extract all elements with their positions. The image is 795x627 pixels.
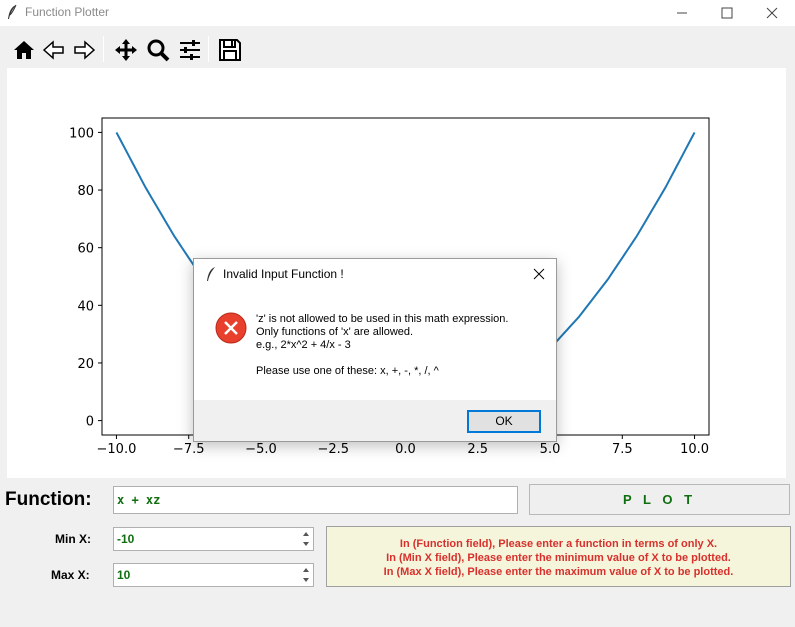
dialog-message-line: Only functions of 'x' are allowed. [256,326,414,338]
zoom-button[interactable] [142,34,172,64]
save-button[interactable] [214,34,244,64]
spinner-arrows [300,529,312,549]
window-title: Function Plotter [25,5,110,19]
plot-button[interactable]: P L O T [529,484,790,515]
spinner-arrows [300,565,312,585]
max-x-label: Max X: [51,568,90,582]
min-x-value[interactable]: -10 [117,532,134,546]
x-tick-label: −2.5 [317,442,349,457]
dialog-title: Invalid Input Function ! [223,267,344,281]
pan-move-icon [115,39,137,61]
x-tick-label: 10.0 [680,442,709,457]
configure-subplots-button[interactable] [174,34,204,64]
x-tick-label: 2.5 [467,442,488,457]
min-x-spinbox[interactable]: -10 [113,527,314,551]
x-tick-label: 0.0 [395,442,416,457]
dialog-close-button[interactable] [528,263,550,285]
help-panel: In (Function field), Please enter a func… [326,526,791,587]
forward-button[interactable] [68,34,98,64]
y-tick-label: 0 [86,415,94,430]
spin-up-icon[interactable] [300,529,312,539]
y-tick-label: 60 [77,242,94,257]
maximize-icon [721,7,733,19]
maximize-button[interactable] [704,0,750,26]
feather-icon [8,4,17,19]
home-icon [14,41,34,59]
back-button[interactable] [38,34,68,64]
dialog-message-line: Please use one of these: x, +, -, *, /, … [256,365,439,377]
x-tick-label: −5.0 [245,442,277,457]
toolbar-separator [208,36,209,62]
error-dialog: Invalid Input Function ! 'z' is not allo… [193,258,557,442]
minimize-button[interactable] [659,0,705,26]
max-x-value[interactable]: 10 [117,568,130,582]
x-tick-label: −10.0 [97,442,137,457]
spin-down-icon[interactable] [300,575,312,585]
back-arrow-icon [42,40,64,60]
dialog-message-line: e.g., 2*x^2 + 4/x - 3 [256,339,351,351]
x-tick-label: −7.5 [173,442,205,457]
y-tick-label: 80 [77,184,94,199]
y-tick-label: 20 [77,357,94,372]
title-bar: Function Plotter [0,0,795,26]
dialog-message-line: 'z' is not allowed to be used in this ma… [256,313,509,325]
x-tick-label: 5.0 [540,442,561,457]
function-input[interactable]: x + xz [113,486,518,514]
dialog-message: 'z' is not allowed to be used in this ma… [256,313,508,378]
feather-icon [207,267,215,281]
x-tick-label: 7.5 [612,442,633,457]
sliders-icon [180,40,200,60]
save-icon [219,39,241,61]
home-button[interactable] [8,34,38,64]
min-x-label: Min X: [55,532,91,546]
zoom-icon [147,39,170,62]
spin-up-icon[interactable] [300,565,312,575]
pan-button[interactable] [110,34,140,64]
forward-arrow-icon [74,40,96,60]
close-window-button[interactable] [749,0,795,26]
y-tick-label: 40 [77,299,94,314]
ok-button[interactable]: OK [467,410,541,433]
help-line: In (Max X field), Please enter the maxim… [383,566,734,578]
dialog-footer: OK [194,400,556,441]
toolbar-separator [103,36,104,62]
close-icon [766,7,778,19]
function-label: Function: [5,489,92,510]
help-line: In (Min X field), Please enter the minim… [386,552,731,564]
error-icon [215,312,247,344]
minimize-icon [677,12,687,14]
spin-down-icon[interactable] [300,539,312,549]
y-tick-label: 100 [69,126,94,141]
close-icon [533,268,545,280]
help-line: In (Function field), Please enter a func… [399,538,718,550]
max-x-spinbox[interactable]: 10 [113,563,314,587]
plot-toolbar [0,26,795,68]
